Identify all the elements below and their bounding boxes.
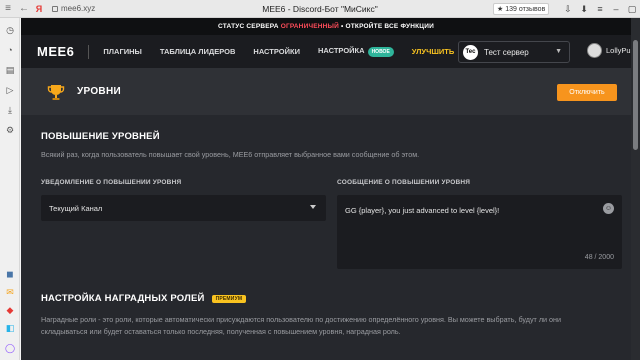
yandex-icon[interactable]: Я bbox=[32, 0, 46, 18]
history-icon[interactable]: ◷ bbox=[0, 20, 20, 40]
browser-sidebar: ◷ ◔ ▤ ▷ ⤓ ⚙ ◼ ✉ ◆ ◧ ◯ bbox=[0, 18, 20, 360]
bookmark-icon[interactable]: ⇩ bbox=[560, 0, 576, 18]
url-text: mee6.xyz bbox=[61, 4, 96, 13]
server-selector[interactable]: Tec Тест сервер ▼ bbox=[458, 41, 570, 63]
menu-icon[interactable]: ≡ bbox=[0, 0, 16, 18]
mail-icon[interactable]: ✉ bbox=[0, 282, 20, 302]
rewards-section-title: НАСТРОЙКА НАГРАДНЫХ РОЛЕЙ ПРЕМИУМ bbox=[41, 293, 611, 304]
window-menu-icon[interactable]: ≡ bbox=[592, 0, 608, 18]
caret-down-icon bbox=[310, 205, 316, 209]
play-icon[interactable]: ▷ bbox=[0, 80, 20, 100]
trophy-icon bbox=[47, 83, 65, 101]
download-icon[interactable]: ⤓ bbox=[0, 100, 20, 120]
status-value: ОГРАНИЧЕННЫЙ bbox=[280, 23, 339, 30]
messenger-icon[interactable]: ◧ bbox=[0, 318, 20, 338]
reviews-badge[interactable]: ★ 139 отзывов bbox=[493, 3, 550, 15]
nav-upgrade[interactable]: УЛУЧШИТЬ bbox=[412, 47, 454, 56]
nav-divider bbox=[88, 44, 90, 59]
user-menu[interactable]: LollyPu bbox=[587, 43, 631, 58]
page-scrollbar[interactable] bbox=[631, 18, 640, 360]
main-content: ПОВЫШЕНИЕ УРОВНЕЙ Всякий раз, когда поль… bbox=[21, 131, 631, 338]
rewards-title-text: НАСТРОЙКА НАГРАДНЫХ РОЛЕЙ bbox=[41, 293, 205, 304]
levelup-message-textarea[interactable]: GG {player}, you just advanced to level … bbox=[337, 195, 622, 269]
server-icon: Tec bbox=[463, 44, 478, 60]
page-title: УРОВНИ bbox=[77, 86, 121, 97]
levelup-description: Всякий раз, когда пользователь повышает … bbox=[41, 150, 420, 159]
nav-plugins[interactable]: ПЛАГИНЫ bbox=[103, 47, 141, 56]
username: LollyPu bbox=[606, 46, 631, 55]
window-controls: ⇩ ⬇ ≡ – ▢ bbox=[560, 0, 640, 18]
server-name: Тест сервер bbox=[484, 47, 529, 57]
logo[interactable]: MEE6 bbox=[37, 44, 74, 59]
collections-icon[interactable]: ▤ bbox=[0, 60, 20, 80]
restore-icon[interactable]: ▢ bbox=[624, 0, 640, 18]
disable-button[interactable]: Отключить bbox=[557, 84, 617, 101]
downloads-icon[interactable]: ⬇ bbox=[576, 0, 592, 18]
nav-settings[interactable]: НАСТРОЙКИ bbox=[253, 47, 300, 56]
notify-channel-value: Текущий Канал bbox=[49, 203, 103, 213]
clock-icon[interactable]: ◔ bbox=[0, 40, 20, 60]
mee6-page: СТАТУС СЕРВЕРА ОГРАНИЧЕННЫЙ • ОТКРОЙТЕ В… bbox=[21, 18, 631, 360]
nav-leaderboard[interactable]: ТАБЛИЦА ЛИДЕРОВ bbox=[160, 47, 236, 56]
notify-label: УВЕДОМЛЕНИЕ О ПОВЫШЕНИИ УРОВНЯ bbox=[41, 179, 182, 186]
levelup-section-title: ПОВЫШЕНИЕ УРОВНЕЙ bbox=[41, 131, 160, 142]
plugin-header: УРОВНИ Отключить bbox=[21, 68, 631, 115]
message-label: СООБЩЕНИЕ О ПОВЫШЕНИИ УРОВНЯ bbox=[337, 179, 471, 186]
status-suffix: • ОТКРОЙТЕ ВСЕ ФУНКЦИИ bbox=[341, 23, 434, 30]
reviews-text: 139 отзывов bbox=[505, 6, 546, 13]
address-bar[interactable]: mee6.xyz bbox=[52, 4, 95, 13]
rewards-description: Наградные роли - это роли, которые автом… bbox=[41, 315, 562, 336]
top-navigation: MEE6 ПЛАГИНЫ ТАБЛИЦА ЛИДЕРОВ НАСТРОЙКИ Н… bbox=[21, 35, 631, 68]
vk-icon[interactable]: ◼ bbox=[0, 264, 20, 284]
lock-icon bbox=[52, 5, 58, 12]
avatar bbox=[587, 43, 602, 58]
alice-icon[interactable]: ◯ bbox=[0, 338, 20, 358]
nav-setup-label: НАСТРОЙКА bbox=[317, 46, 365, 56]
new-badge: НОВОЕ bbox=[367, 46, 394, 57]
market-icon[interactable]: ◆ bbox=[0, 300, 20, 320]
status-prefix: СТАТУС СЕРВЕРА bbox=[218, 23, 279, 30]
browser-toolbar: ≡ ← Я mee6.xyz MEE6 - Discord-Бот "МиСик… bbox=[0, 0, 640, 18]
emoji-icon[interactable]: ☺ bbox=[603, 203, 614, 214]
settings-icon[interactable]: ⚙ bbox=[0, 120, 20, 140]
message-text: GG {player}, you just advanced to level … bbox=[345, 206, 500, 215]
char-counter: 48 / 2000 bbox=[584, 254, 614, 261]
premium-badge: ПРЕМИУМ bbox=[211, 294, 247, 303]
scrollbar-thumb[interactable] bbox=[633, 40, 638, 150]
nav-setup[interactable]: НАСТРОЙКА НОВОЕ bbox=[317, 46, 394, 57]
server-status-banner[interactable]: СТАТУС СЕРВЕРА ОГРАНИЧЕННЫЙ • ОТКРОЙТЕ В… bbox=[21, 18, 631, 35]
back-icon[interactable]: ← bbox=[16, 0, 32, 18]
minimize-icon[interactable]: – bbox=[608, 0, 624, 18]
levelup-settings: УВЕДОМЛЕНИЕ О ПОВЫШЕНИИ УРОВНЯ Текущий К… bbox=[41, 179, 622, 279]
notify-channel-select[interactable]: Текущий Канал bbox=[41, 195, 326, 221]
chevron-down-icon: ▼ bbox=[555, 48, 562, 55]
